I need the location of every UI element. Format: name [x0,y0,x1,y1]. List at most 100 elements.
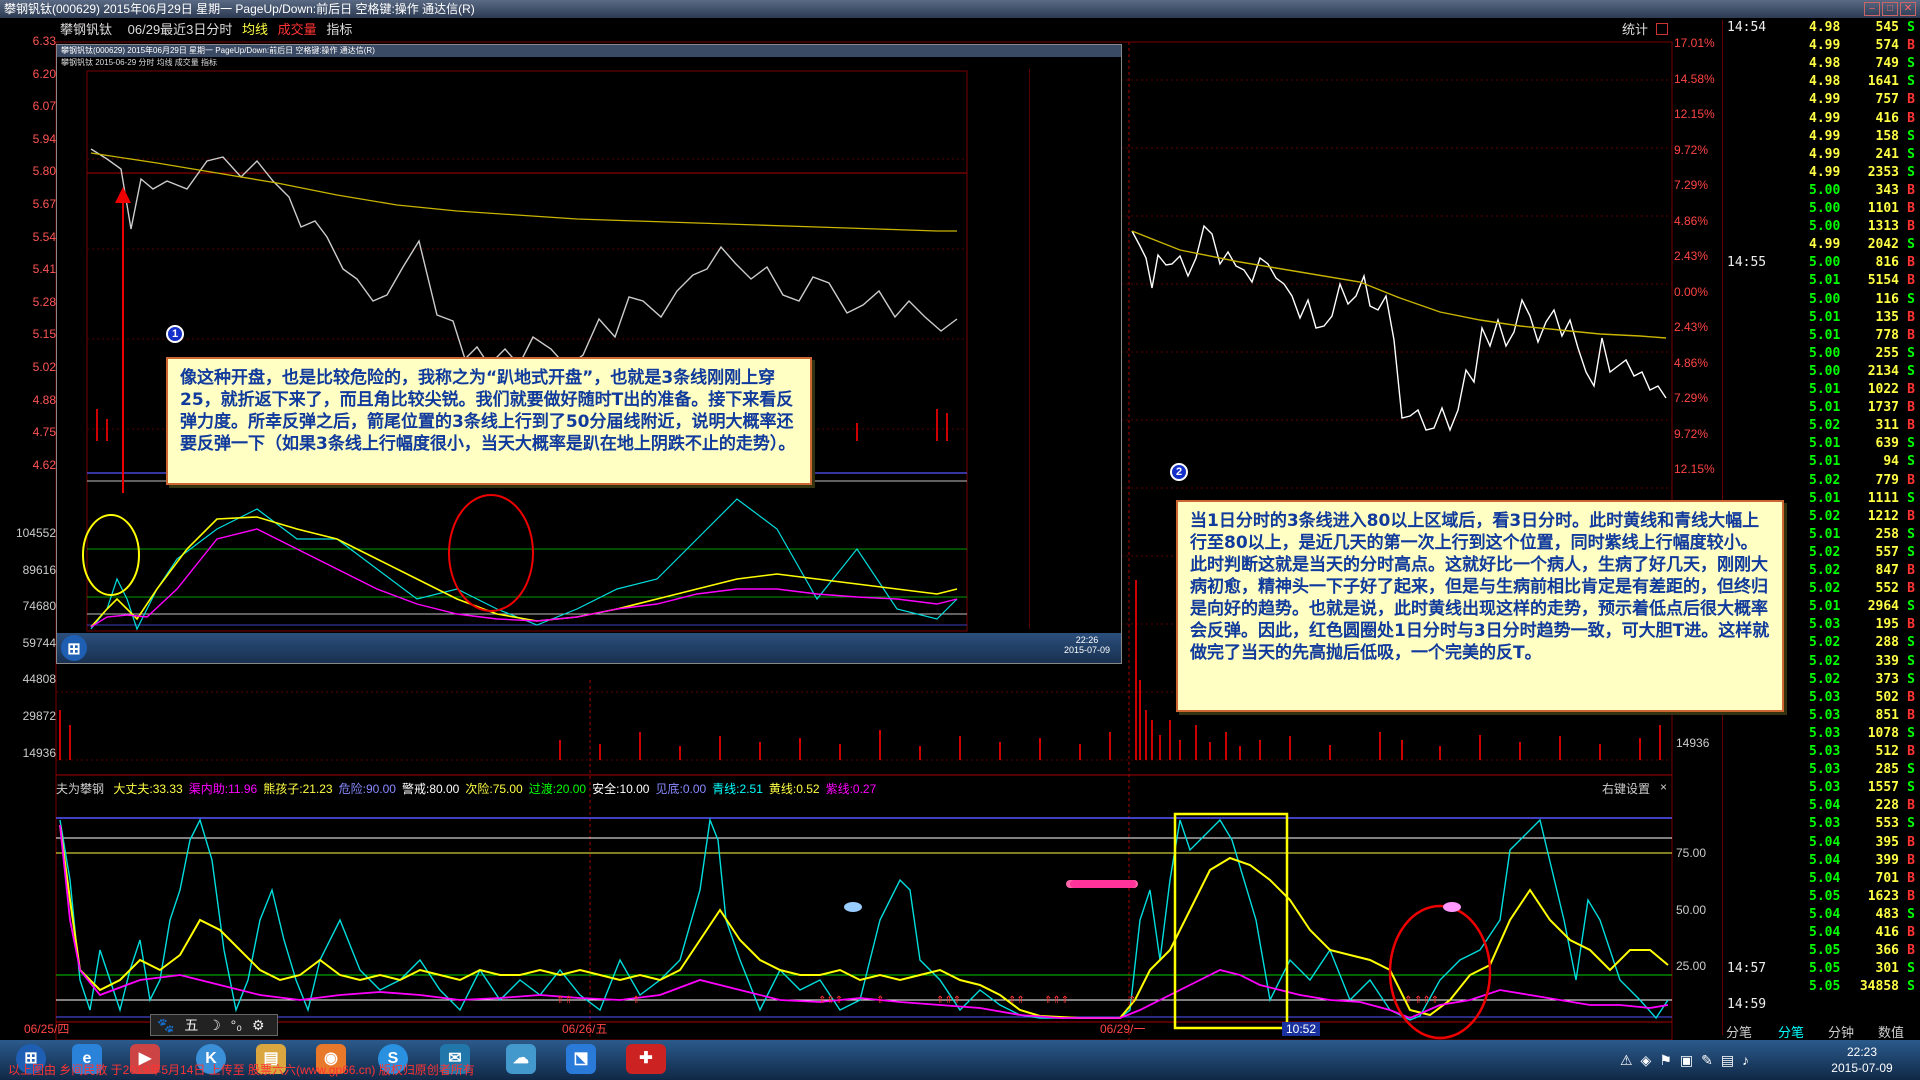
tick-row: 4.99 2042 S [1809,237,1915,253]
price-axis-label: 4.88 [32,392,56,407]
tick-row: 5.03 553 S [1809,816,1915,832]
close-indicator-icon[interactable]: × [1660,780,1667,794]
date-label-3: 06/29/一 [1100,1022,1146,1036]
tick-row: 5.03 285 S [1809,762,1915,778]
store-icon[interactable]: ⬔ [566,1044,596,1074]
five-button[interactable]: 五 [184,1017,198,1033]
price-axis-label: 5.02 [32,360,56,374]
svg-text:⇑: ⇑ [632,995,640,1006]
inset-red-circle [448,494,534,612]
tick-row: 5.00 1101 B [1809,201,1915,216]
tick-row: 4.98 1641 S [1809,74,1915,90]
tick-row: 5.05 34858 S [1809,979,1915,995]
svg-text:⇑⇑⇑: ⇑⇑⇑ [936,995,961,1006]
inset-yellow-circle [82,514,140,596]
tray-icons[interactable]: ⚠◈⚑▣✎▤♪ [1620,1052,1757,1069]
window-title: 攀钢钒钛(000629) 2015年06月29日 星期一 PageUp/Down… [4,2,475,16]
tick-row: 5.05 1623 B [1809,888,1915,904]
svg-text:⇑⇑: ⇑⇑ [556,995,573,1006]
window-titlebar: 攀钢钒钛(000629) 2015年06月29日 星期一 PageUp/Down… [0,0,1920,18]
tick-row: 5.01 1737 B [1809,400,1915,416]
taskbar-clock[interactable]: 22:23 2015-07-09 [1812,1044,1912,1076]
volume-axis-label: 14936 [22,745,56,760]
tick-row: 5.01 778 B [1809,327,1915,343]
oscillator-name: 夫为攀钢 [56,782,105,796]
minimize-icon[interactable]: – [1864,2,1880,16]
volume-axis-label: 74680 [22,599,56,614]
date-label-2: 06/26/五 [562,1022,608,1036]
tick-row: 5.03 1078 S [1809,725,1915,741]
inset-start-icon[interactable]: ⊞ [61,635,87,661]
annotation-badge-2: 2 [1170,463,1188,481]
price-axis-label: 6.20 [32,66,56,81]
right-click-settings[interactable]: 右键设置 [1602,780,1650,797]
inset-taskbar: ⊞ 22:26 2015-07-09 [57,633,1121,663]
tick-time: 14:55 [1727,255,1767,271]
price-axis-label: 5.15 [32,327,56,342]
tick-row: 5.00 1313 B [1809,219,1915,235]
cyan-line [59,817,1669,1021]
svg-text:⇑⇑⇑: ⇑⇑⇑ [818,995,843,1006]
price-axis-label: 5.80 [32,164,56,179]
paw-icon[interactable]: 🐾 [157,1017,174,1033]
tab-trade[interactable]: 分笔 [1726,1022,1752,1041]
legend-item: 熊孩子:21.23 [263,782,333,796]
inset-chart [82,70,968,632]
tab-tick[interactable]: 分笔 [1778,1022,1804,1041]
tick-row: 4.98 749 S [1809,56,1915,72]
volume-axis-label: 29872 [22,709,56,723]
annotation-note-1: 像这种开盘，也是比较危险的，我称之为“趴地式开盘”，也就是3条线刚刚上穿25，就… [166,357,812,485]
yellow-line [59,824,1669,1019]
tick-row: 5.00 255 S [1809,345,1915,361]
tab-value[interactable]: 数值 [1878,1022,1904,1041]
price-axis-label: 4.62 [32,457,56,472]
tdx-app-icon[interactable]: ✚ [626,1044,666,1074]
svg-text:⇑⇑: ⇑⇑ [1008,995,1025,1006]
magenta-line [59,824,1669,1019]
tick-row: 5.04 483 S [1809,906,1915,922]
tick-row: 5.01 135 B [1809,309,1915,325]
maximize-icon[interactable]: □ [1882,2,1898,16]
annotation-badge-1: 1 [166,325,184,343]
tick-time: 14:54 [1727,20,1767,35]
cloud-icon[interactable]: ☁ [506,1044,536,1074]
tick-row: 5.00 2134 S [1809,363,1915,379]
legend-item: 青线:2.51 [712,782,763,796]
gear-icon[interactable]: ⚙ [252,1017,265,1033]
tick-row: 5.03 512 B [1809,744,1915,759]
tick-row: 5.03 1557 S [1809,780,1915,796]
tick-row: 4.99 2353 S [1809,164,1915,180]
price-axis-label: 5.54 [32,229,56,244]
tick-row: 5.00 116 S [1809,291,1915,307]
date-label-1: 06/25/四 [24,1022,70,1036]
price-axis-label: 5.67 [32,197,56,211]
close-icon[interactable]: ✕ [1900,2,1916,16]
marker-pink [1443,902,1461,912]
tab-minute[interactable]: 分钟 [1828,1022,1854,1041]
sell-marker-glow [1070,880,1136,888]
volume-axis-label: 104552 [15,526,56,540]
tick-row: 5.04 395 B [1809,834,1915,850]
inset-arrow-head [115,187,131,203]
tick-row: 5.01 94 S [1809,454,1915,470]
annotation-note-2: 当1日分时的3条线进入80以上区域后，看3日分时。此时黄线和青线大幅上行至80以… [1176,500,1784,712]
dots-icon[interactable]: °₀ [231,1017,242,1033]
inset-clock: 22:26 2015-07-09 [1063,635,1111,655]
tick-row: 5.02 779 B [1809,472,1915,488]
tick-tabs-bar: 分笔 分笔 分钟 数值 [1722,1022,1920,1040]
price-axis-label: 5.41 [32,262,56,277]
legend-item: 大丈夫:33.33 [113,782,183,796]
price-axis-label: 6.07 [32,99,56,114]
inset-pct-axis [969,69,1029,629]
cursor-time: 10:52 [1282,1022,1321,1036]
moon-icon[interactable]: ☽ [208,1017,221,1033]
inset-header: 攀钢钒钛 2015-06-29 分时 均线 成交量 指标 [61,58,218,67]
legend-item: 安全:10.00 [592,782,650,796]
tick-row: 4.99 574 B [1809,38,1915,54]
svg-text:⇑: ⇑ [1404,995,1412,1006]
legend-item: 紫线:0.27 [825,782,877,796]
tick-row: 4.99 757 B [1809,92,1915,108]
legend-item: 警戒:80.00 [401,782,460,796]
legend-item: 次险:75.00 [465,782,523,796]
tick-row: 5.05 366 B [1809,943,1915,959]
